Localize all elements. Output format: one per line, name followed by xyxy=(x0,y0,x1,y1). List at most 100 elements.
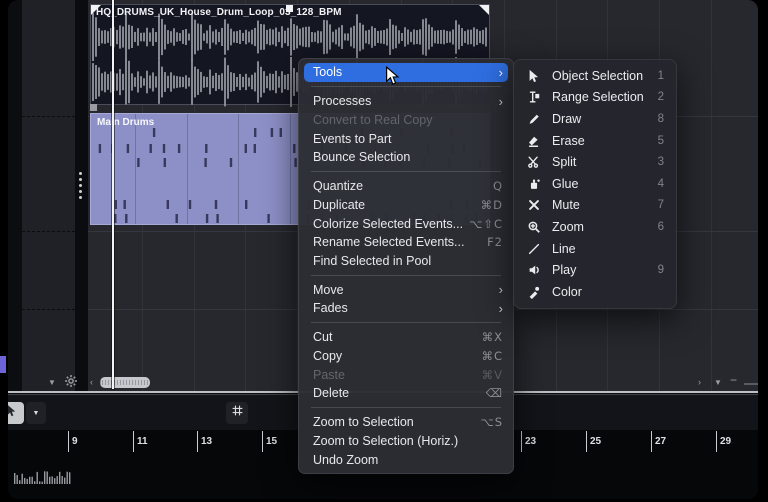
tool-item-key: 5 xyxy=(658,135,664,147)
tool-item-split[interactable]: Split 3 xyxy=(514,151,676,173)
drag-dot xyxy=(79,184,82,187)
tool-item-label: Draw xyxy=(552,112,648,126)
ruler-bar-number: 29 xyxy=(720,436,731,447)
menu-item-label: Zoom to Selection (Horiz.) xyxy=(313,434,503,448)
tool-item-line[interactable]: Line xyxy=(514,238,676,260)
menu-item-colorize-selected-events[interactable]: Colorize Selected Events...⌥⇧C xyxy=(299,214,513,233)
menu-item-label: Zoom to Selection xyxy=(313,415,480,429)
menu-item-move[interactable]: Move› xyxy=(299,280,513,299)
ruler-tick xyxy=(197,431,198,452)
menu-item-shortcut: ⌫ xyxy=(486,386,503,400)
menu-item-label: Cut xyxy=(313,330,482,344)
ruler-tick xyxy=(133,431,134,452)
selection-combo-button[interactable] xyxy=(8,402,24,424)
menu-item-shortcut: ⌥S xyxy=(480,415,503,429)
tool-item-key: 3 xyxy=(658,156,664,168)
tool-item-label: Split xyxy=(552,155,648,169)
menu-item-fades[interactable]: Fades› xyxy=(299,299,513,318)
zoom-out-icon[interactable]: − xyxy=(730,374,737,386)
menu-item-delete[interactable]: Delete⌫ xyxy=(299,384,513,403)
tool-item-erase[interactable]: Erase5 xyxy=(514,130,676,152)
event-volume-handle[interactable] xyxy=(286,5,293,12)
menu-item-find-selected-in-pool[interactable]: Find Selected in Pool xyxy=(299,252,513,271)
menu-item-label: Events to Part xyxy=(313,132,503,146)
tool-item-draw[interactable]: Draw8 xyxy=(514,108,676,130)
tool-item-label: Line xyxy=(552,242,654,256)
chevron-down-icon[interactable]: ▼ xyxy=(714,377,722,389)
tool-item-range-selection[interactable]: Range Selection2 xyxy=(514,87,676,109)
event-resize-handle[interactable] xyxy=(90,104,97,111)
zoom-slider[interactable] xyxy=(744,383,758,385)
menu-item-zoom-to-selection[interactable]: Zoom to Selection⌥S xyxy=(299,413,513,432)
selection-combo-dropdown[interactable]: ▼ xyxy=(26,402,46,424)
background-window-sliver xyxy=(0,356,6,373)
object-selection-icon xyxy=(8,404,18,422)
ruler-tick xyxy=(262,431,263,452)
mute-icon xyxy=(526,198,542,212)
horizontal-scrollbar-thumb[interactable] xyxy=(100,377,150,388)
audio-event-title: HQ_DRUMS_UK_House_Drum_Loop_03_128_BPM xyxy=(96,7,342,18)
menu-item-shortcut: ⌘V xyxy=(482,368,503,382)
menu-item-rename-selected-events[interactable]: Rename Selected Events...F2 xyxy=(299,233,513,252)
menu-item-label: Find Selected in Pool xyxy=(313,254,503,268)
tool-item-mute[interactable]: Mute7 xyxy=(514,195,676,217)
menu-item-label: Duplicate xyxy=(313,198,481,212)
tool-item-key: 1 xyxy=(658,70,664,82)
color-icon xyxy=(526,285,542,299)
menu-item-quantize[interactable]: QuantizeQ xyxy=(299,177,513,196)
submenu-chevron-icon: › xyxy=(499,65,503,80)
event-fade-handle-left[interactable] xyxy=(91,5,101,15)
tool-item-zoom[interactable]: Zoom6 xyxy=(514,216,676,238)
chevron-down-icon: ▼ xyxy=(33,410,40,417)
tool-item-glue[interactable]: Glue4 xyxy=(514,173,676,195)
menu-item-copy[interactable]: Copy⌘C xyxy=(299,347,513,366)
context-menu: Tools›Processes›Convert to Real CopyEven… xyxy=(298,58,514,474)
range-selection-icon xyxy=(526,90,542,104)
divider-drag-handle-icon[interactable] xyxy=(79,172,82,199)
grid-type-button[interactable] xyxy=(226,402,248,424)
tool-item-color[interactable]: Color xyxy=(514,281,676,303)
menu-item-events-to-part[interactable]: Events to Part xyxy=(299,129,513,148)
chevron-right-icon[interactable]: › xyxy=(698,376,701,388)
erase-icon xyxy=(526,134,542,148)
track-separator xyxy=(22,309,75,310)
track-list-panel[interactable] xyxy=(22,0,75,391)
menu-item-paste: Paste⌘V xyxy=(299,365,513,384)
menu-separator xyxy=(311,407,501,408)
ruler-bar-number: 13 xyxy=(201,436,212,447)
ruler-tick xyxy=(651,431,652,452)
ruler-bar-number: 23 xyxy=(525,436,536,447)
tool-item-play[interactable]: Play9 xyxy=(514,259,676,281)
menu-item-label: Convert to Real Copy xyxy=(313,113,503,127)
menu-item-bounce-selection[interactable]: Bounce Selection xyxy=(299,148,513,167)
menu-item-tools[interactable]: Tools› xyxy=(304,63,508,82)
menu-item-label: Processes xyxy=(313,94,491,108)
menu-item-zoom-to-selection-horiz[interactable]: Zoom to Selection (Horiz.) xyxy=(299,432,513,451)
tool-item-key: 6 xyxy=(658,221,664,233)
menu-item-label: Quantize xyxy=(313,179,493,193)
menu-item-cut[interactable]: Cut⌘X xyxy=(299,328,513,347)
menu-item-convert-to-real-copy: Convert to Real Copy xyxy=(299,111,513,130)
daw-window: HQ_DRUMS_UK_House_Drum_Loop_03_128_BPM M… xyxy=(8,0,758,499)
chevron-down-icon[interactable]: ▼ xyxy=(48,377,56,389)
drag-dot xyxy=(79,190,82,193)
menu-item-duplicate[interactable]: Duplicate⌘D xyxy=(299,196,513,215)
tools-submenu: Object Selection1Range Selection2Draw8Er… xyxy=(513,59,677,309)
screenshot-stage: HQ_DRUMS_UK_House_Drum_Loop_03_128_BPM M… xyxy=(0,0,768,502)
playhead-cursor[interactable] xyxy=(112,0,114,389)
tool-item-object-selection[interactable]: Object Selection1 xyxy=(514,65,676,87)
bar-grid-line xyxy=(711,0,712,391)
midi-part-label: Main Drums xyxy=(97,117,154,128)
tool-item-key: 2 xyxy=(658,91,664,103)
menu-item-label: Bounce Selection xyxy=(313,150,503,164)
menu-item-processes[interactable]: Processes› xyxy=(299,92,513,111)
menu-separator xyxy=(311,322,501,323)
menu-item-label: Move xyxy=(313,283,491,297)
chevron-left-icon[interactable]: ‹ xyxy=(90,376,93,388)
menu-item-shortcut: Q xyxy=(493,179,503,193)
event-fade-handle-right[interactable] xyxy=(479,5,489,15)
ruler-tick xyxy=(716,431,717,452)
drag-dot xyxy=(79,172,82,175)
ruler-tick xyxy=(68,431,69,452)
menu-item-undo-zoom[interactable]: Undo Zoom xyxy=(299,450,513,469)
